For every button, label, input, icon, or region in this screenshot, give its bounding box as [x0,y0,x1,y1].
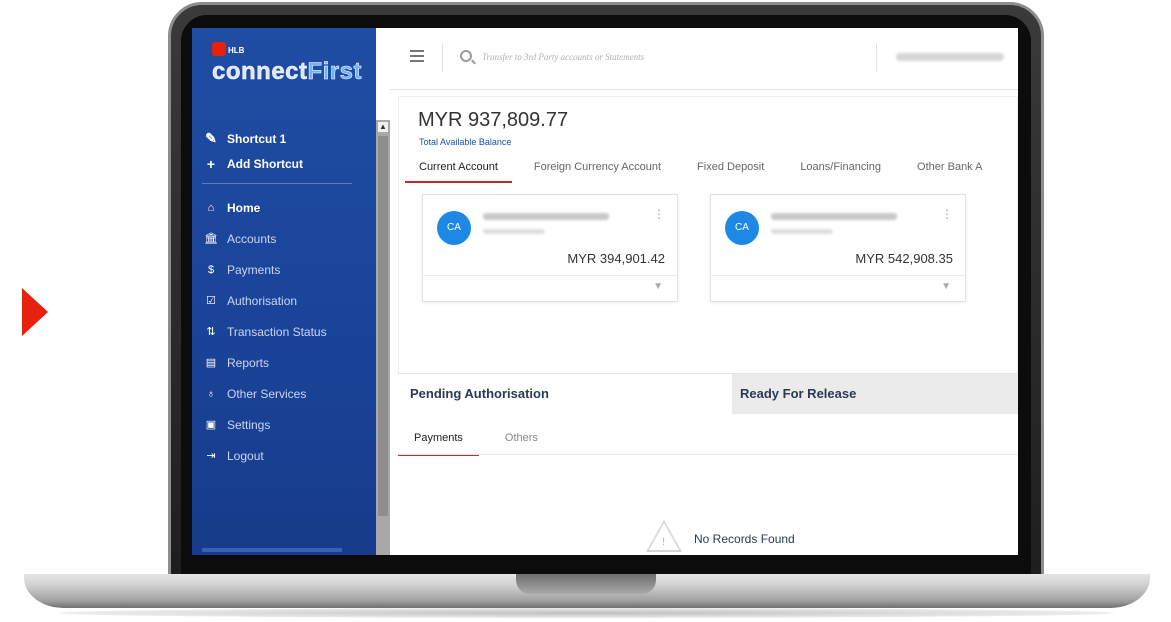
arrow-down-icon[interactable]: ▼ [653,281,663,292]
top-bar [390,28,1018,90]
plus-icon: + [206,155,216,172]
brand-name-part1: connect [212,58,308,86]
shortcut-list: ✎ Shortcut 1 + Add Shortcut [202,126,303,176]
sidebar-item-label: Authorisation [227,293,298,308]
user-name-redacted[interactable] [896,53,1004,61]
sidebar-item-home[interactable]: ⌂ Home [202,192,327,223]
account-number-redacted [771,229,833,234]
tab-pending-authorisation[interactable]: Pending Authorisation [398,374,728,414]
dollar-icon: $ [207,263,215,276]
add-shortcut-label: Add Shortcut [227,156,303,171]
empty-state-text: No Records Found [694,532,795,546]
account-balance: MYR 542,908.35 [855,251,953,266]
sidebar-item-label: Transaction Status [227,324,327,339]
sidebar-item-label: Home [227,200,261,215]
brand-small-text: HLB [228,46,245,55]
sidebar-item-authorisation[interactable]: ☑ Authorisation [202,285,327,316]
warning-mark: ! [662,536,666,548]
account-card[interactable]: CA ⋮ MYR 394,901.42 ▼ [422,194,678,302]
brand-name: connectFirst [212,58,362,86]
tab-current-account[interactable]: Current Account [405,157,512,183]
sidebar-item-logout[interactable]: ⇥ Logout [202,440,327,471]
sidebar-item-label: Settings [227,417,271,432]
scroll-up-icon[interactable]: ▲ [378,122,388,132]
account-name-redacted [771,213,897,220]
laptop-shadow [60,608,1114,618]
sidebar-divider [202,183,352,184]
tab-ready-for-release[interactable]: Ready For Release [732,374,1018,414]
tab-payments[interactable]: Payments [398,428,479,456]
topbar-divider [876,44,877,72]
menu-icon[interactable] [410,50,424,62]
tab-other-bank-accounts[interactable]: Other Bank A [903,157,996,183]
document-icon: ▤ [205,357,217,369]
tab-foreign-currency-account[interactable]: Foreign Currency Account [520,157,675,183]
authorisation-sub-tabs: Payments Others [398,428,564,456]
laptop-base-notch [516,574,656,594]
tab-fixed-deposit[interactable]: Fixed Deposit [683,157,778,183]
scrollbar-thumb[interactable] [378,136,388,516]
main-nav: ⌂ Home 🏛 Accounts $ Payments ☑ Authorisa… [202,192,327,471]
sidebar: HLB connectFirst ✎ Shortcut 1 + Add Shor… [192,28,376,555]
sidebar-item-reports[interactable]: ▤ Reports [202,347,327,378]
more-options-icon[interactable]: ⋮ [941,207,953,221]
total-balance: MYR 937,809.77 [418,109,569,131]
tab-loans-financing[interactable]: Loans/Financing [786,157,895,183]
account-number-redacted [483,229,545,234]
tab-others[interactable]: Others [489,428,554,456]
red-pointer-arrow-icon [22,288,48,336]
add-shortcut-button[interactable]: + Add Shortcut [202,151,303,176]
sidebar-item-label: Accounts [227,231,277,246]
sidebar-footer [202,548,342,552]
sidebar-item-label: Payments [227,262,281,277]
total-balance-label: Total Available Balance [419,137,512,147]
sub-tab-divider [398,454,1018,455]
sidebar-item-transaction-status[interactable]: ⇅ Transaction Status [202,316,327,347]
check-box-icon: ☑ [206,295,216,307]
transfer-icon: ⇅ [206,326,216,338]
sidebar-item-other-services[interactable]: ♁ Other Services [202,378,327,409]
card-divider [711,275,965,276]
shortcut-label: Shortcut 1 [227,131,287,146]
account-balance: MYR 394,901.42 [567,251,665,266]
account-card[interactable]: CA ⋮ MYR 542,908.35 ▼ [710,194,966,302]
sidebar-item-payments[interactable]: $ Payments [202,254,327,285]
sidebar-item-accounts[interactable]: 🏛 Accounts [202,223,327,254]
account-name-redacted [483,213,609,220]
pencil-icon: ✎ [205,130,217,146]
bank-icon: 🏛 [204,233,218,245]
marketing-stage: HLB connectFirst ✎ Shortcut 1 + Add Shor… [0,0,1171,622]
hlb-logo-icon [212,42,226,56]
topbar-divider [442,44,443,72]
account-tabs: Current Account Foreign Currency Account… [405,157,1004,183]
hand-coin-icon: ♁ [206,387,216,400]
account-avatar: CA [725,211,759,245]
authorisation-panel: Pending Authorisation Ready For Release … [398,373,1018,555]
search-input[interactable] [482,46,802,68]
search-icon [460,50,472,62]
logout-icon: ⇥ [206,450,216,462]
shortcut-item-1[interactable]: ✎ Shortcut 1 [202,126,303,151]
card-divider [423,275,677,276]
brand-name-part2: First [307,58,363,86]
account-avatar: CA [437,211,471,245]
arrow-down-icon[interactable]: ▼ [941,281,951,292]
laptop-screen: HLB connectFirst ✎ Shortcut 1 + Add Shor… [192,28,1018,555]
brand-logo[interactable]: HLB connectFirst [212,42,362,88]
sidebar-item-label: Other Services [227,386,307,401]
sidebar-item-settings[interactable]: ▣ Settings [202,409,327,440]
sidebar-item-label: Reports [227,355,270,370]
sidebar-item-label: Logout [227,448,264,463]
home-icon: ⌂ [207,201,215,214]
settings-icon: ▣ [205,419,217,431]
more-options-icon[interactable]: ⋮ [653,207,665,221]
